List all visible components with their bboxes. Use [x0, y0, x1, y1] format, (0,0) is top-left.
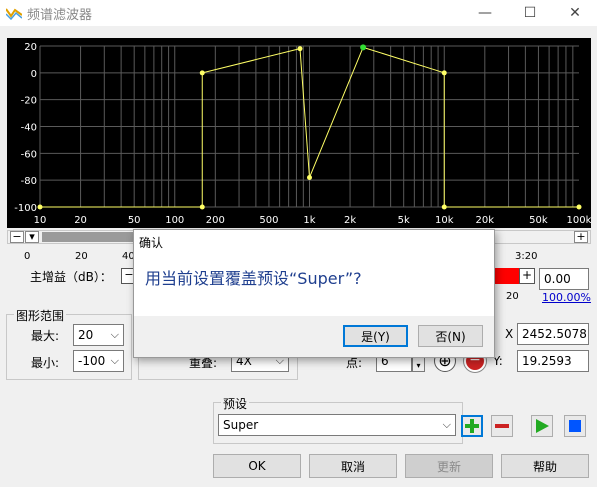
scroll-thumb[interactable]: [42, 232, 142, 242]
maximize-icon: ☐: [523, 5, 537, 21]
gain-plus-button[interactable]: +: [519, 268, 535, 284]
y-tick-label: -100: [14, 203, 37, 214]
x-tick-label: 200: [206, 215, 225, 226]
close-icon: ✕: [569, 5, 581, 21]
stop-icon: [569, 420, 581, 432]
dialog-message: 用当前设置覆盖预设“Super”?: [145, 269, 362, 288]
selected-point: [360, 44, 367, 51]
x-tick-label: 50k: [529, 215, 548, 226]
y-tick-label: 0: [31, 69, 37, 80]
coord-y-field[interactable]: 19.2593: [517, 350, 589, 372]
y-tick-label: -60: [21, 149, 37, 160]
window-title: 频谱滤波器: [27, 8, 93, 23]
help-button[interactable]: 帮助: [501, 454, 589, 478]
x-tick-label: 50: [128, 215, 141, 226]
minus-icon: [495, 424, 509, 428]
x-tick-label: 100: [165, 215, 184, 226]
x-tick-label: 1k: [303, 215, 315, 226]
coord-x-field[interactable]: 2452.5078: [517, 323, 589, 345]
chevron-down-icon: ⌵: [442, 418, 451, 431]
gain-label: 主增益（dB）：: [30, 270, 112, 284]
confirm-dialog: 确认 用当前设置覆盖预设“Super”? 是(Y) 否(N): [133, 229, 495, 358]
data-point: [441, 204, 447, 210]
x-tick-label: 20: [74, 215, 87, 226]
data-point: [297, 46, 303, 52]
gain-scale-label: 20: [506, 291, 519, 302]
ok-button[interactable]: OK: [213, 454, 301, 478]
chevron-down-icon: ⌵: [110, 354, 119, 367]
app-logo-icon: [6, 8, 22, 20]
x-tick-label: 100k: [567, 215, 591, 226]
data-point: [199, 70, 205, 76]
data-point: [37, 204, 43, 210]
add-preset-button[interactable]: [461, 415, 483, 437]
gain-slider-fill[interactable]: [493, 268, 519, 284]
range-min-label: 最小:: [31, 356, 60, 370]
preset-select[interactable]: Super ⌵: [218, 414, 456, 436]
plus-icon: [465, 419, 479, 433]
y-tick-label: 20: [24, 42, 37, 53]
dialog-no-button[interactable]: 否(N): [418, 325, 483, 347]
coord-x-label: X: [505, 327, 514, 341]
timeline-label-end: 3:20: [515, 251, 538, 262]
preset-title: 预设: [221, 395, 250, 412]
dialog-footer: 是(Y) 否(N): [134, 316, 494, 357]
play-button[interactable]: [531, 415, 553, 437]
dialog-title: 确认: [139, 236, 164, 250]
range-max-select[interactable]: 20 ⌵: [73, 324, 124, 346]
scroll-plus-button[interactable]: +: [574, 231, 588, 243]
data-point: [576, 204, 582, 210]
x-tick-label: 10k: [435, 215, 454, 226]
graph-range-title: 图形范围: [14, 307, 67, 324]
scroll-down-arrow-icon[interactable]: ▾: [25, 231, 39, 243]
close-button[interactable]: ✕: [555, 0, 595, 26]
x-tick-label: 2k: [344, 215, 356, 226]
y-tick-label: -20: [21, 96, 37, 107]
chevron-down-icon: ⌵: [110, 328, 119, 341]
update-button[interactable]: 更新: [405, 454, 493, 478]
y-tick-label: -80: [21, 176, 37, 187]
timeline-label-0: 0: [24, 251, 31, 262]
x-tick-label: 5k: [398, 215, 410, 226]
chart-svg[interactable]: 200-20-40-60-80-10010 20 50 100 200 500 1k 2k 5k…: [7, 38, 591, 228]
data-point: [441, 70, 447, 76]
stop-button[interactable]: [564, 415, 586, 437]
gain-percent-link[interactable]: 100.00%: [542, 291, 591, 304]
remove-preset-button[interactable]: [491, 415, 513, 437]
range-min-select[interactable]: -100 ⌵: [73, 350, 124, 372]
timeline-label-20: 20: [75, 251, 88, 262]
data-point: [307, 174, 312, 180]
x-tick-label: 20k: [476, 215, 495, 226]
gain-value-field[interactable]: 0.00: [539, 268, 589, 290]
y-tick-label: -40: [21, 123, 37, 134]
minimize-button[interactable]: —: [465, 0, 505, 26]
maximize-button[interactable]: ☐: [510, 0, 550, 26]
cancel-button[interactable]: 取消: [309, 454, 397, 478]
scroll-minus-button[interactable]: −: [10, 231, 24, 243]
x-tick-label: 500: [259, 215, 278, 226]
play-icon: [536, 419, 549, 433]
minimize-icon: —: [478, 5, 492, 21]
x-tick-label: 10: [34, 215, 47, 226]
filter-curve-chart[interactable]: 20 0 -20 -40 -60 -80 -100 10 20 50 100 200 500 1k 2k 5k…: [7, 38, 591, 228]
dialog-yes-button[interactable]: 是(Y): [343, 325, 408, 347]
range-max-label: 最大:: [31, 329, 60, 343]
data-point: [199, 204, 205, 210]
